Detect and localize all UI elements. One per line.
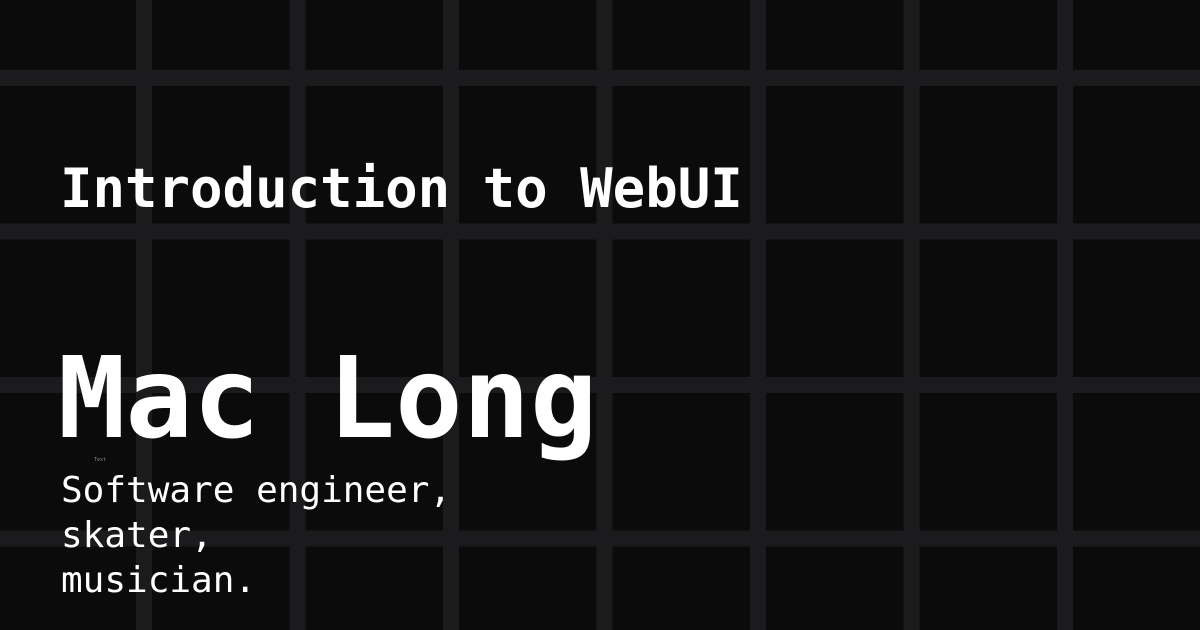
talk-title: Introduction to WebUI	[60, 157, 743, 220]
bio-line: skater,	[61, 515, 213, 556]
speaker-bio: Software engineer, skater, musician.	[61, 468, 451, 603]
tiny-text-label: Text	[94, 457, 107, 463]
bio-line: Software engineer,	[61, 470, 452, 511]
speaker-name: Mac Long	[58, 334, 598, 464]
bio-line: musician.	[61, 560, 257, 601]
og-card: Introduction to WebUI Mac Long Text Soft…	[0, 0, 1200, 630]
